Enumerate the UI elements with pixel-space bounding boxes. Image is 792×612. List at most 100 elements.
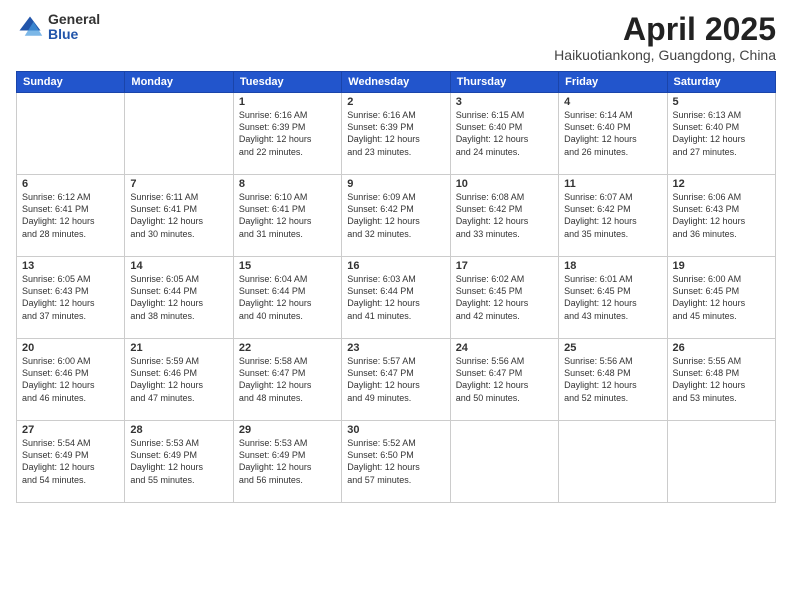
table-row	[667, 421, 775, 503]
day-number: 9	[347, 178, 444, 190]
weekday-row: Sunday Monday Tuesday Wednesday Thursday…	[17, 72, 776, 93]
day-info: Sunrise: 6:04 AM Sunset: 6:44 PM Dayligh…	[239, 273, 336, 322]
day-number: 3	[456, 96, 553, 108]
day-number: 21	[130, 342, 227, 354]
table-row: 14Sunrise: 6:05 AM Sunset: 6:44 PM Dayli…	[125, 257, 233, 339]
day-info: Sunrise: 5:57 AM Sunset: 6:47 PM Dayligh…	[347, 355, 444, 404]
table-row: 2Sunrise: 6:16 AM Sunset: 6:39 PM Daylig…	[342, 93, 450, 175]
table-row: 27Sunrise: 5:54 AM Sunset: 6:49 PM Dayli…	[17, 421, 125, 503]
day-info: Sunrise: 6:15 AM Sunset: 6:40 PM Dayligh…	[456, 109, 553, 158]
table-row	[125, 93, 233, 175]
location: Haikuotiankong, Guangdong, China	[554, 47, 776, 63]
day-info: Sunrise: 5:58 AM Sunset: 6:47 PM Dayligh…	[239, 355, 336, 404]
day-number: 23	[347, 342, 444, 354]
day-info: Sunrise: 6:16 AM Sunset: 6:39 PM Dayligh…	[239, 109, 336, 158]
day-number: 20	[22, 342, 119, 354]
day-info: Sunrise: 5:55 AM Sunset: 6:48 PM Dayligh…	[673, 355, 770, 404]
table-row: 23Sunrise: 5:57 AM Sunset: 6:47 PM Dayli…	[342, 339, 450, 421]
day-number: 24	[456, 342, 553, 354]
day-info: Sunrise: 5:52 AM Sunset: 6:50 PM Dayligh…	[347, 437, 444, 486]
day-info: Sunrise: 5:54 AM Sunset: 6:49 PM Dayligh…	[22, 437, 119, 486]
day-info: Sunrise: 6:12 AM Sunset: 6:41 PM Dayligh…	[22, 191, 119, 240]
day-number: 15	[239, 260, 336, 272]
day-number: 14	[130, 260, 227, 272]
day-info: Sunrise: 6:06 AM Sunset: 6:43 PM Dayligh…	[673, 191, 770, 240]
day-info: Sunrise: 5:53 AM Sunset: 6:49 PM Dayligh…	[130, 437, 227, 486]
logo: General Blue	[16, 12, 100, 43]
page: General Blue April 2025 Haikuotiankong, …	[0, 0, 792, 612]
col-friday: Friday	[559, 72, 667, 93]
day-number: 27	[22, 424, 119, 436]
day-info: Sunrise: 6:00 AM Sunset: 6:46 PM Dayligh…	[22, 355, 119, 404]
table-row: 7Sunrise: 6:11 AM Sunset: 6:41 PM Daylig…	[125, 175, 233, 257]
table-row: 5Sunrise: 6:13 AM Sunset: 6:40 PM Daylig…	[667, 93, 775, 175]
day-number: 19	[673, 260, 770, 272]
col-sunday: Sunday	[17, 72, 125, 93]
day-info: Sunrise: 6:05 AM Sunset: 6:43 PM Dayligh…	[22, 273, 119, 322]
table-row: 1Sunrise: 6:16 AM Sunset: 6:39 PM Daylig…	[233, 93, 341, 175]
day-info: Sunrise: 6:05 AM Sunset: 6:44 PM Dayligh…	[130, 273, 227, 322]
table-row: 28Sunrise: 5:53 AM Sunset: 6:49 PM Dayli…	[125, 421, 233, 503]
day-number: 6	[22, 178, 119, 190]
day-number: 18	[564, 260, 661, 272]
day-info: Sunrise: 5:56 AM Sunset: 6:47 PM Dayligh…	[456, 355, 553, 404]
day-number: 17	[456, 260, 553, 272]
day-number: 26	[673, 342, 770, 354]
day-number: 5	[673, 96, 770, 108]
day-number: 10	[456, 178, 553, 190]
title-block: April 2025 Haikuotiankong, Guangdong, Ch…	[554, 12, 776, 63]
table-row: 10Sunrise: 6:08 AM Sunset: 6:42 PM Dayli…	[450, 175, 558, 257]
table-row	[17, 93, 125, 175]
table-row: 4Sunrise: 6:14 AM Sunset: 6:40 PM Daylig…	[559, 93, 667, 175]
logo-general: General	[48, 12, 100, 27]
day-number: 8	[239, 178, 336, 190]
logo-text: General Blue	[48, 12, 100, 43]
day-number: 22	[239, 342, 336, 354]
col-wednesday: Wednesday	[342, 72, 450, 93]
day-info: Sunrise: 6:07 AM Sunset: 6:42 PM Dayligh…	[564, 191, 661, 240]
col-thursday: Thursday	[450, 72, 558, 93]
day-info: Sunrise: 6:08 AM Sunset: 6:42 PM Dayligh…	[456, 191, 553, 240]
table-row: 9Sunrise: 6:09 AM Sunset: 6:42 PM Daylig…	[342, 175, 450, 257]
day-info: Sunrise: 6:01 AM Sunset: 6:45 PM Dayligh…	[564, 273, 661, 322]
calendar: Sunday Monday Tuesday Wednesday Thursday…	[16, 71, 776, 503]
day-info: Sunrise: 5:53 AM Sunset: 6:49 PM Dayligh…	[239, 437, 336, 486]
month-title: April 2025	[554, 12, 776, 47]
table-row: 26Sunrise: 5:55 AM Sunset: 6:48 PM Dayli…	[667, 339, 775, 421]
day-number: 28	[130, 424, 227, 436]
day-info: Sunrise: 6:10 AM Sunset: 6:41 PM Dayligh…	[239, 191, 336, 240]
day-number: 16	[347, 260, 444, 272]
day-info: Sunrise: 6:02 AM Sunset: 6:45 PM Dayligh…	[456, 273, 553, 322]
table-row	[450, 421, 558, 503]
header: General Blue April 2025 Haikuotiankong, …	[16, 12, 776, 63]
table-row: 3Sunrise: 6:15 AM Sunset: 6:40 PM Daylig…	[450, 93, 558, 175]
table-row: 25Sunrise: 5:56 AM Sunset: 6:48 PM Dayli…	[559, 339, 667, 421]
day-info: Sunrise: 5:59 AM Sunset: 6:46 PM Dayligh…	[130, 355, 227, 404]
table-row: 30Sunrise: 5:52 AM Sunset: 6:50 PM Dayli…	[342, 421, 450, 503]
calendar-header: Sunday Monday Tuesday Wednesday Thursday…	[17, 72, 776, 93]
day-info: Sunrise: 6:13 AM Sunset: 6:40 PM Dayligh…	[673, 109, 770, 158]
day-number: 29	[239, 424, 336, 436]
table-row	[559, 421, 667, 503]
table-row: 12Sunrise: 6:06 AM Sunset: 6:43 PM Dayli…	[667, 175, 775, 257]
table-row: 22Sunrise: 5:58 AM Sunset: 6:47 PM Dayli…	[233, 339, 341, 421]
table-row: 13Sunrise: 6:05 AM Sunset: 6:43 PM Dayli…	[17, 257, 125, 339]
table-row: 16Sunrise: 6:03 AM Sunset: 6:44 PM Dayli…	[342, 257, 450, 339]
day-number: 1	[239, 96, 336, 108]
day-number: 4	[564, 96, 661, 108]
table-row: 20Sunrise: 6:00 AM Sunset: 6:46 PM Dayli…	[17, 339, 125, 421]
table-row: 15Sunrise: 6:04 AM Sunset: 6:44 PM Dayli…	[233, 257, 341, 339]
logo-blue: Blue	[48, 27, 100, 42]
day-number: 12	[673, 178, 770, 190]
logo-icon	[16, 13, 44, 41]
day-info: Sunrise: 6:09 AM Sunset: 6:42 PM Dayligh…	[347, 191, 444, 240]
table-row: 8Sunrise: 6:10 AM Sunset: 6:41 PM Daylig…	[233, 175, 341, 257]
col-monday: Monday	[125, 72, 233, 93]
day-number: 7	[130, 178, 227, 190]
day-number: 30	[347, 424, 444, 436]
day-info: Sunrise: 6:11 AM Sunset: 6:41 PM Dayligh…	[130, 191, 227, 240]
day-number: 13	[22, 260, 119, 272]
day-number: 25	[564, 342, 661, 354]
table-row: 6Sunrise: 6:12 AM Sunset: 6:41 PM Daylig…	[17, 175, 125, 257]
day-info: Sunrise: 5:56 AM Sunset: 6:48 PM Dayligh…	[564, 355, 661, 404]
